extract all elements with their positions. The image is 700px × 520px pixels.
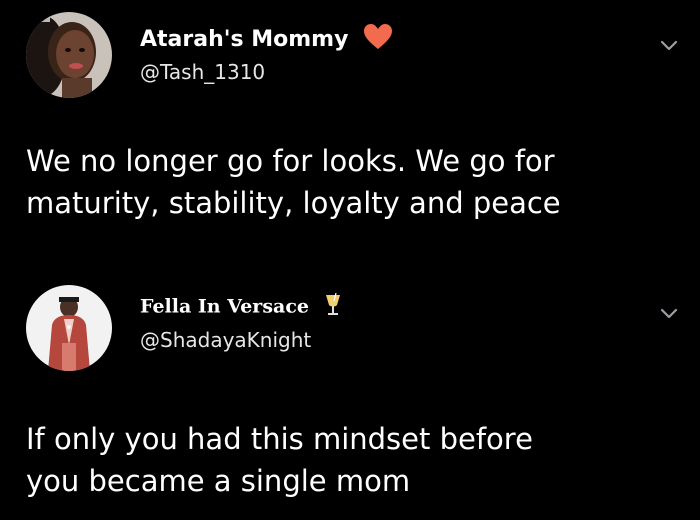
chevron-down-icon[interactable] xyxy=(658,34,680,56)
tweet-text: If only you had this mindset before you … xyxy=(26,422,533,498)
display-name-text: Fella In Versace xyxy=(140,295,309,318)
avatar[interactable] xyxy=(26,12,112,98)
tweet-card[interactable]: Fella In Versace @ShadayaKnight If only … xyxy=(0,268,700,520)
display-name-text: Atarah's Mommy xyxy=(140,27,349,52)
cocktail-glass-icon xyxy=(324,292,342,322)
display-name[interactable]: Atarah's Mommy xyxy=(140,24,393,56)
tweet-card[interactable]: Atarah's Mommy @Tash_1310 We no longer g… xyxy=(0,0,700,260)
heart-icon xyxy=(364,24,393,56)
display-name[interactable]: Fella In Versace xyxy=(140,292,342,322)
profile-photo xyxy=(26,12,112,98)
chevron-down-icon[interactable] xyxy=(658,302,680,324)
user-handle[interactable]: @Tash_1310 xyxy=(140,60,265,84)
user-handle[interactable]: @ShadayaKnight xyxy=(140,328,311,352)
avatar[interactable] xyxy=(26,285,112,371)
tweet-text: We no longer go for looks. We go for mat… xyxy=(26,144,561,220)
profile-photo xyxy=(26,285,112,371)
